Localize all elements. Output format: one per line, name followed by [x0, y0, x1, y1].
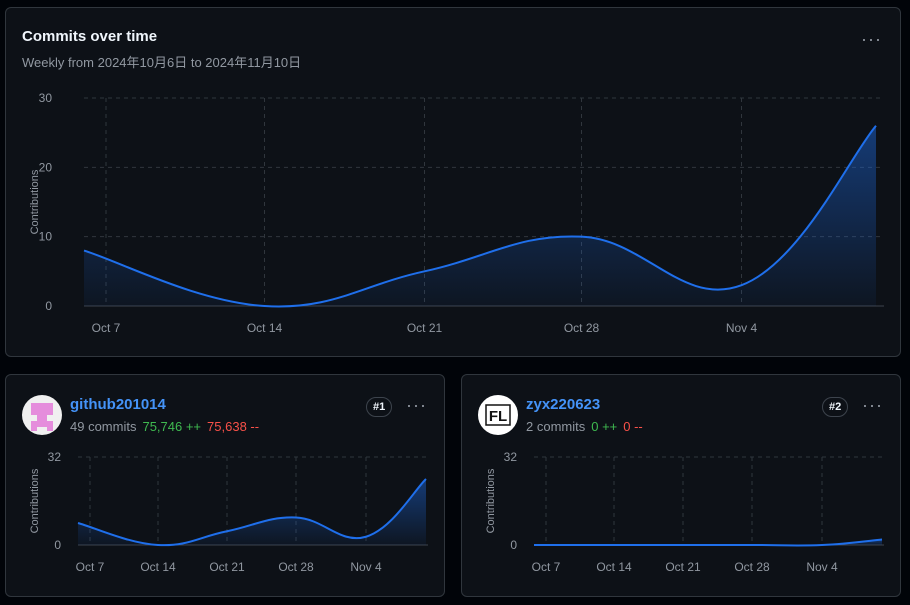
x-tick-label: Oct 21	[665, 560, 701, 574]
commits-over-time-card: Commits over time Weekly from 2024年10月6日…	[5, 7, 901, 357]
y-tick-label: 0	[510, 538, 517, 552]
x-tick-label: Oct 7	[92, 321, 121, 335]
y-tick-label: 32	[504, 450, 518, 464]
contributor-card-1: github201014 49 commits 75,746 ++ 75,638 -…	[5, 374, 445, 597]
commits-chart: 0102030Oct 7 Oct 14 Oct 21 Oct 28 Nov 4Contr…	[29, 91, 884, 335]
x-tick-label: Nov 4	[726, 321, 758, 335]
x-tick-label: Oct 21	[407, 321, 443, 335]
x-tick-label: Oct 28	[734, 560, 770, 574]
x-tick-label: Oct 28	[564, 321, 600, 335]
x-tick-label: Oct 14	[596, 560, 632, 574]
x-tick-label: Oct 14	[140, 560, 176, 574]
x-tick-label: Oct 7	[76, 560, 105, 574]
x-tick-label: Nov 4	[806, 560, 838, 574]
contributor-chart: 0 32 Oct 7 Oct 14 Oct 21 Oct 28 Nov 4 Contribut…	[485, 450, 884, 574]
series-area	[78, 479, 426, 546]
y-tick-label: 0	[54, 538, 61, 552]
y-axis-label: Contributions	[29, 468, 41, 533]
contributor-chart: 0 32 Oct 7 Oct 14 Oct 21 Oct 28 Nov 4 Contribut…	[29, 450, 428, 574]
x-tick-label: Oct 14	[247, 321, 283, 335]
contributor-card-2: FL zyx220623 2 commits 0 ++ 0 -- #2 ··· 03…	[461, 374, 901, 597]
x-tick-label: Oct 28	[278, 560, 314, 574]
x-tick-label: Oct 21	[209, 560, 245, 574]
series-line	[534, 538, 883, 547]
y-axis-label: Contributions	[29, 169, 41, 234]
y-axis-label: Contributions	[485, 468, 497, 533]
y-tick-label: 30	[39, 91, 53, 105]
series-area	[84, 125, 876, 307]
y-tick-label: 32	[48, 450, 62, 464]
y-tick-label: 0	[45, 299, 52, 313]
x-tick-label: Nov 4	[350, 560, 382, 574]
x-tick-label: Oct 7	[532, 560, 561, 574]
